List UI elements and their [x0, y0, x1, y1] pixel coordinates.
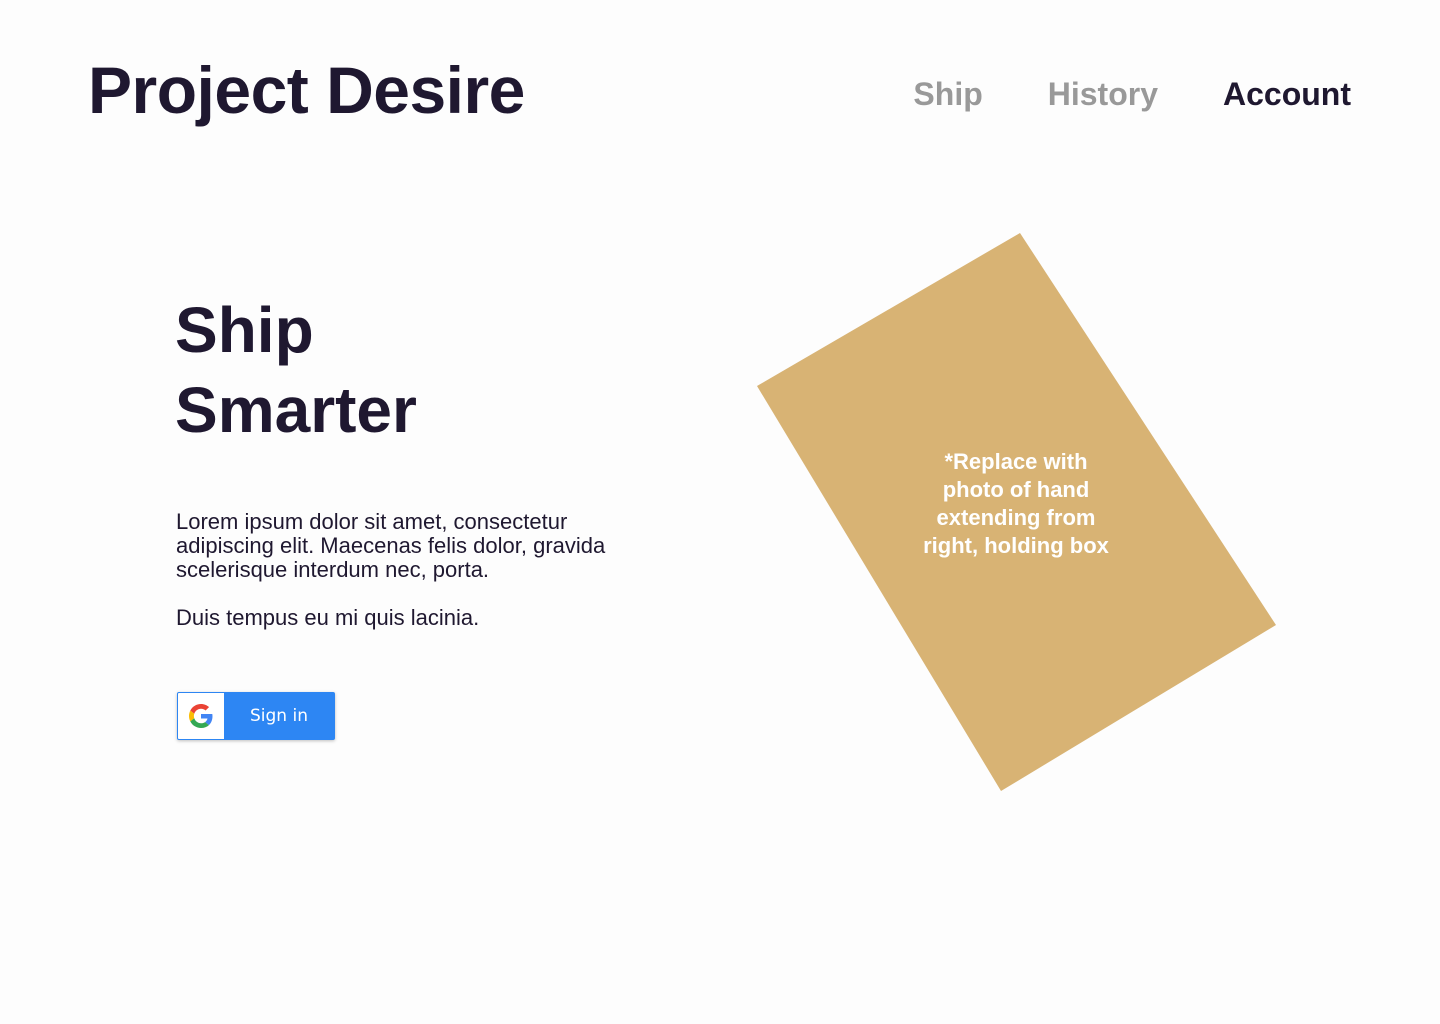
- hero-title-line-2: Smarter: [175, 374, 417, 446]
- hero-paragraph-2: Duis tempus eu mi quis lacinia.: [176, 605, 480, 630]
- brand-title: Project Desire: [88, 53, 525, 127]
- google-g-icon: [178, 693, 224, 739]
- main-nav: Ship History Account: [913, 74, 1351, 114]
- google-sign-in-button[interactable]: Sign in: [177, 692, 335, 740]
- sign-in-label: Sign in: [250, 706, 308, 726]
- nav-link-ship[interactable]: Ship: [913, 74, 982, 114]
- hero-title-line-1: Ship: [175, 294, 314, 366]
- nav-link-history[interactable]: History: [1048, 74, 1158, 114]
- hero-title: Ship Smarter: [175, 290, 417, 450]
- hero-description: Lorem ipsum dolor sit amet, consectetur …: [176, 510, 626, 654]
- placeholder-note: *Replace with photo of hand extending fr…: [923, 449, 1109, 558]
- nav-link-account[interactable]: Account: [1223, 74, 1351, 114]
- hero-paragraph-1: Lorem ipsum dolor sit amet, consectetur …: [176, 509, 606, 582]
